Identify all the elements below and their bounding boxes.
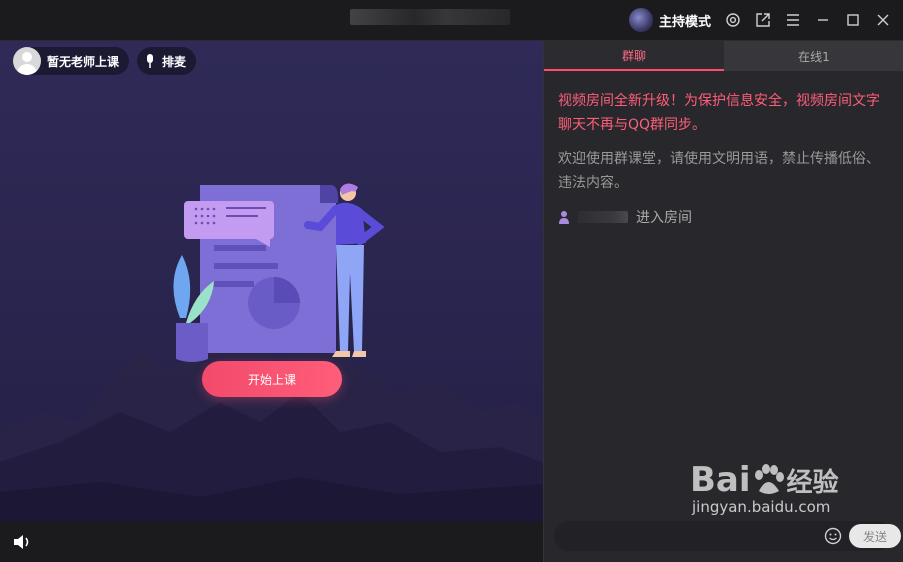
- message-list: 视频房间全新升级！为保护信息安全，视频房间文字聊天不再与QQ群同步。 欢迎使用群…: [558, 89, 888, 227]
- chat-panel: 群聊 在线1 视频房间全新升级！为保护信息安全，视频房间文字聊天不再与QQ群同步…: [543, 41, 903, 562]
- mic-queue-button[interactable]: 排麦: [137, 47, 197, 75]
- emoji-icon[interactable]: [824, 527, 842, 545]
- teacher-status[interactable]: 暂无老师上课: [13, 47, 130, 75]
- share-icon[interactable]: [755, 12, 771, 28]
- tab-group-chat[interactable]: 群聊: [544, 41, 724, 71]
- host-avatar[interactable]: [628, 8, 653, 32]
- microphone-icon: [143, 53, 157, 69]
- system-notice-message: 视频房间全新升级！为保护信息安全，视频房间文字聊天不再与QQ群同步。: [558, 93, 880, 133]
- send-button[interactable]: 发送: [849, 524, 901, 548]
- stage-bottom-bar: [0, 522, 543, 562]
- minimize-icon[interactable]: [815, 12, 831, 28]
- user-icon: [559, 211, 569, 224]
- start-class-button[interactable]: 开始上课: [202, 361, 342, 397]
- video-stage: 暂无老师上课 排麦 开始上课: [0, 41, 543, 522]
- close-icon[interactable]: [875, 12, 891, 28]
- window-title-blurred: [350, 9, 510, 25]
- host-mode-label[interactable]: 主持模式: [659, 11, 711, 30]
- username-blurred: [578, 211, 628, 223]
- speaker-icon[interactable]: [12, 533, 32, 551]
- chat-tabs: 群聊 在线1: [544, 41, 903, 71]
- welcome-message: 欢迎使用群课堂，请使用文明用语，禁止传播低俗、违法内容。: [558, 151, 880, 191]
- tab-online[interactable]: 在线1: [724, 41, 903, 71]
- teacher-avatar: [13, 47, 41, 75]
- title-bar: 主持模式: [0, 0, 903, 41]
- teacher-status-label: 暂无老师上课: [47, 54, 120, 69]
- menu-icon[interactable]: [785, 12, 801, 28]
- empty-class-illustration: [173, 183, 385, 362]
- mic-queue-label: 排麦: [162, 54, 187, 69]
- enter-room-text: 进入房间: [636, 210, 692, 226]
- settings-icon[interactable]: [725, 12, 741, 28]
- user-enter-message: 进入房间: [558, 207, 888, 227]
- maximize-icon[interactable]: [845, 12, 861, 28]
- chat-input[interactable]: 发送: [554, 521, 901, 551]
- title-controls: 主持模式: [628, 8, 891, 32]
